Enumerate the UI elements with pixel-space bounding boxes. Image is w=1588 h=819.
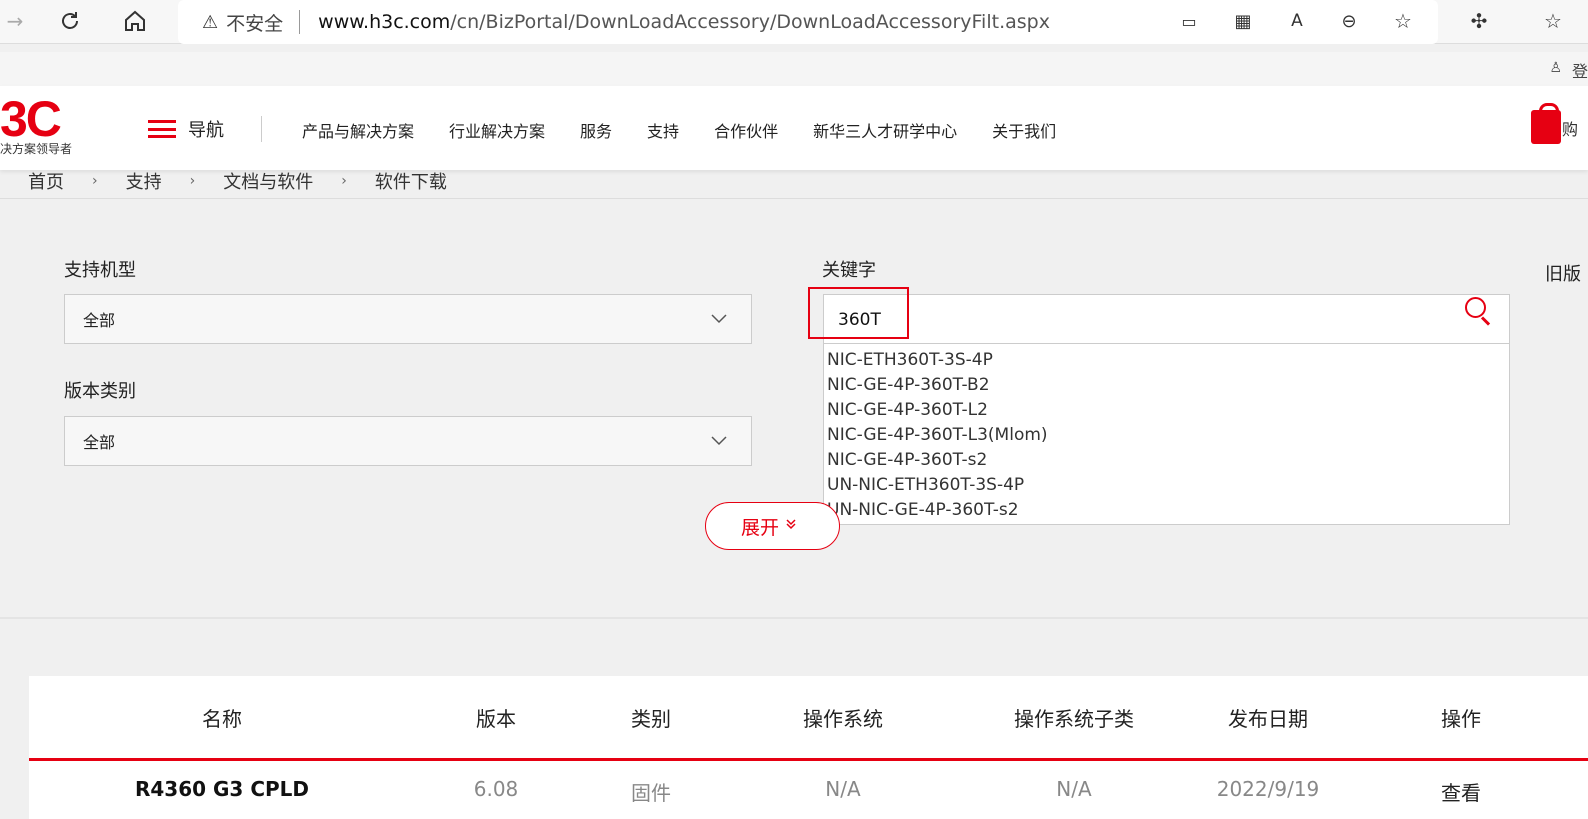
breadcrumb-separator: › <box>341 173 347 189</box>
suggestion-item[interactable]: UN-NIC-GE-4P-360T-s2 <box>824 498 1509 523</box>
cart-label[interactable]: 购 <box>1562 116 1578 140</box>
keyword-highlight-box <box>808 287 909 339</box>
apps-icon[interactable]: ▦ <box>1228 6 1258 36</box>
home-icon[interactable] <box>120 6 150 36</box>
expand-button[interactable]: 展开 <box>705 502 840 550</box>
nav-item-services[interactable]: 服务 <box>580 118 612 142</box>
cell-os-subtype: N/A <box>1056 777 1092 801</box>
address-separator <box>299 10 301 34</box>
column-header-date: 发布日期 <box>1228 707 1308 731</box>
main-nav: 产品与解决方案 行业解决方案 服务 支持 合作伙伴 新华三人才研学中心 关于我们 <box>302 118 1056 142</box>
breadcrumb-separator: › <box>92 173 98 189</box>
address-path: /cn/BizPortal/DownLoadAccessory/DownLoad… <box>450 11 1050 33</box>
site-header: 3C 决方案领导者 导航 产品与解决方案 行业解决方案 服务 支持 合作伙伴 新… <box>0 86 1588 170</box>
extensions-icon[interactable]: ✣ <box>1464 6 1494 36</box>
breadcrumb-home[interactable]: 首页 <box>28 168 64 194</box>
forward-icon[interactable]: → <box>0 6 30 36</box>
suggestion-item[interactable]: NIC-GE-4P-360T-L3(Mlom) <box>824 423 1509 448</box>
suggestion-item[interactable]: NIC-GE-4P-360T-L2 <box>824 398 1509 423</box>
login-link[interactable]: 登 <box>1572 58 1588 82</box>
old-version-label: 旧版 <box>1545 264 1581 285</box>
breadcrumb-docs[interactable]: 文档与软件 <box>223 168 313 194</box>
expand-label: 展开 <box>741 516 780 539</box>
view-link[interactable]: 查看 <box>1441 777 1481 806</box>
keyword-label: 关键字 <box>822 260 876 281</box>
column-header-os: 操作系统 <box>803 707 883 731</box>
nav-menu-label: 导航 <box>188 120 224 141</box>
device-icon[interactable]: ▭ <box>1174 6 1204 36</box>
nav-item-partners[interactable]: 合作伙伴 <box>714 118 778 142</box>
cell-version: 6.08 <box>473 777 519 801</box>
insecure-label: 不安全 <box>226 12 284 35</box>
model-select-value: 全部 <box>83 311 116 330</box>
version-type-label: 版本类别 <box>64 381 136 402</box>
suggestion-item[interactable]: UN-NIC-ETH360T-3S-4P <box>824 473 1509 498</box>
warning-icon: ⚠ <box>202 11 219 33</box>
breadcrumb-support[interactable]: 支持 <box>126 168 162 194</box>
shopping-bag-icon[interactable] <box>1531 103 1561 144</box>
section-divider <box>0 617 1588 619</box>
nav-item-about[interactable]: 关于我们 <box>992 118 1056 142</box>
zoom-out-icon[interactable]: ⊖ <box>1334 6 1364 36</box>
column-header-version: 版本 <box>476 707 516 731</box>
hamburger-icon <box>148 120 176 138</box>
utility-bar: ♙ 登 <box>0 52 1588 86</box>
table-header-rule <box>29 758 1588 761</box>
breadcrumb-separator: › <box>189 173 196 189</box>
nav-menu-button[interactable]: 导航 <box>148 116 224 142</box>
column-header-os-subtype: 操作系统子类 <box>1014 707 1134 731</box>
results-table: 名称 版本 类别 操作系统 操作系统子类 发布日期 操作 R4360 G3 CP… <box>29 676 1588 819</box>
cell-name[interactable]: R4360 G3 CPLD <box>135 777 309 801</box>
column-header-name: 名称 <box>202 707 242 731</box>
user-icon[interactable]: ♙ <box>1549 60 1562 76</box>
browser-toolbar: → ⚠ 不安全 www.h3c.com/cn/BizPortal/DownLoa… <box>0 0 1588 44</box>
nav-item-academy[interactable]: 新华三人才研学中心 <box>813 118 957 142</box>
favorites-icon[interactable]: ☆ <box>1538 6 1568 36</box>
cell-os: N/A <box>825 777 861 801</box>
nav-divider <box>261 116 262 142</box>
nav-item-support[interactable]: 支持 <box>647 118 679 142</box>
logo-slogan: 决方案领导者 <box>0 142 73 156</box>
suggestion-item[interactable]: NIC-GE-4P-360T-s2 <box>824 448 1509 473</box>
version-type-select-value: 全部 <box>83 433 116 452</box>
keyword-suggestions: NIC-ETH360T-3S-4P NIC-GE-4P-360T-B2 NIC-… <box>823 344 1510 525</box>
read-aloud-icon[interactable]: A <box>1282 6 1312 36</box>
cell-date: 2022/9/19 <box>1216 777 1320 801</box>
favorite-add-icon[interactable]: ☆ <box>1388 6 1418 36</box>
column-header-action: 操作 <box>1441 707 1481 731</box>
nav-item-products[interactable]: 产品与解决方案 <box>302 118 414 142</box>
breadcrumb: 首页 › 支持 › 文档与软件 › 软件下载 <box>28 168 447 194</box>
nav-item-industry[interactable]: 行业解决方案 <box>449 118 545 142</box>
address-host: www.h3c.com <box>318 11 451 33</box>
chevron-down-icon <box>711 430 727 451</box>
refresh-icon[interactable] <box>55 6 85 36</box>
breadcrumb-divider <box>0 198 1588 199</box>
keyword-field <box>823 294 1510 344</box>
model-label: 支持机型 <box>64 260 136 281</box>
chevron-down-icon <box>711 308 727 329</box>
keyword-input[interactable] <box>838 307 1398 333</box>
double-chevron-down-icon <box>785 518 797 534</box>
column-header-type: 类别 <box>631 707 671 731</box>
search-icon[interactable] <box>1465 297 1493 326</box>
breadcrumb-current: 软件下载 <box>374 172 447 193</box>
version-type-select[interactable]: 全部 <box>64 416 752 466</box>
suggestion-item[interactable]: NIC-ETH360T-3S-4P <box>824 348 1509 373</box>
model-select[interactable]: 全部 <box>64 294 752 344</box>
cell-type: 固件 <box>631 781 671 805</box>
suggestion-item[interactable]: NIC-GE-4P-360T-B2 <box>824 373 1509 398</box>
